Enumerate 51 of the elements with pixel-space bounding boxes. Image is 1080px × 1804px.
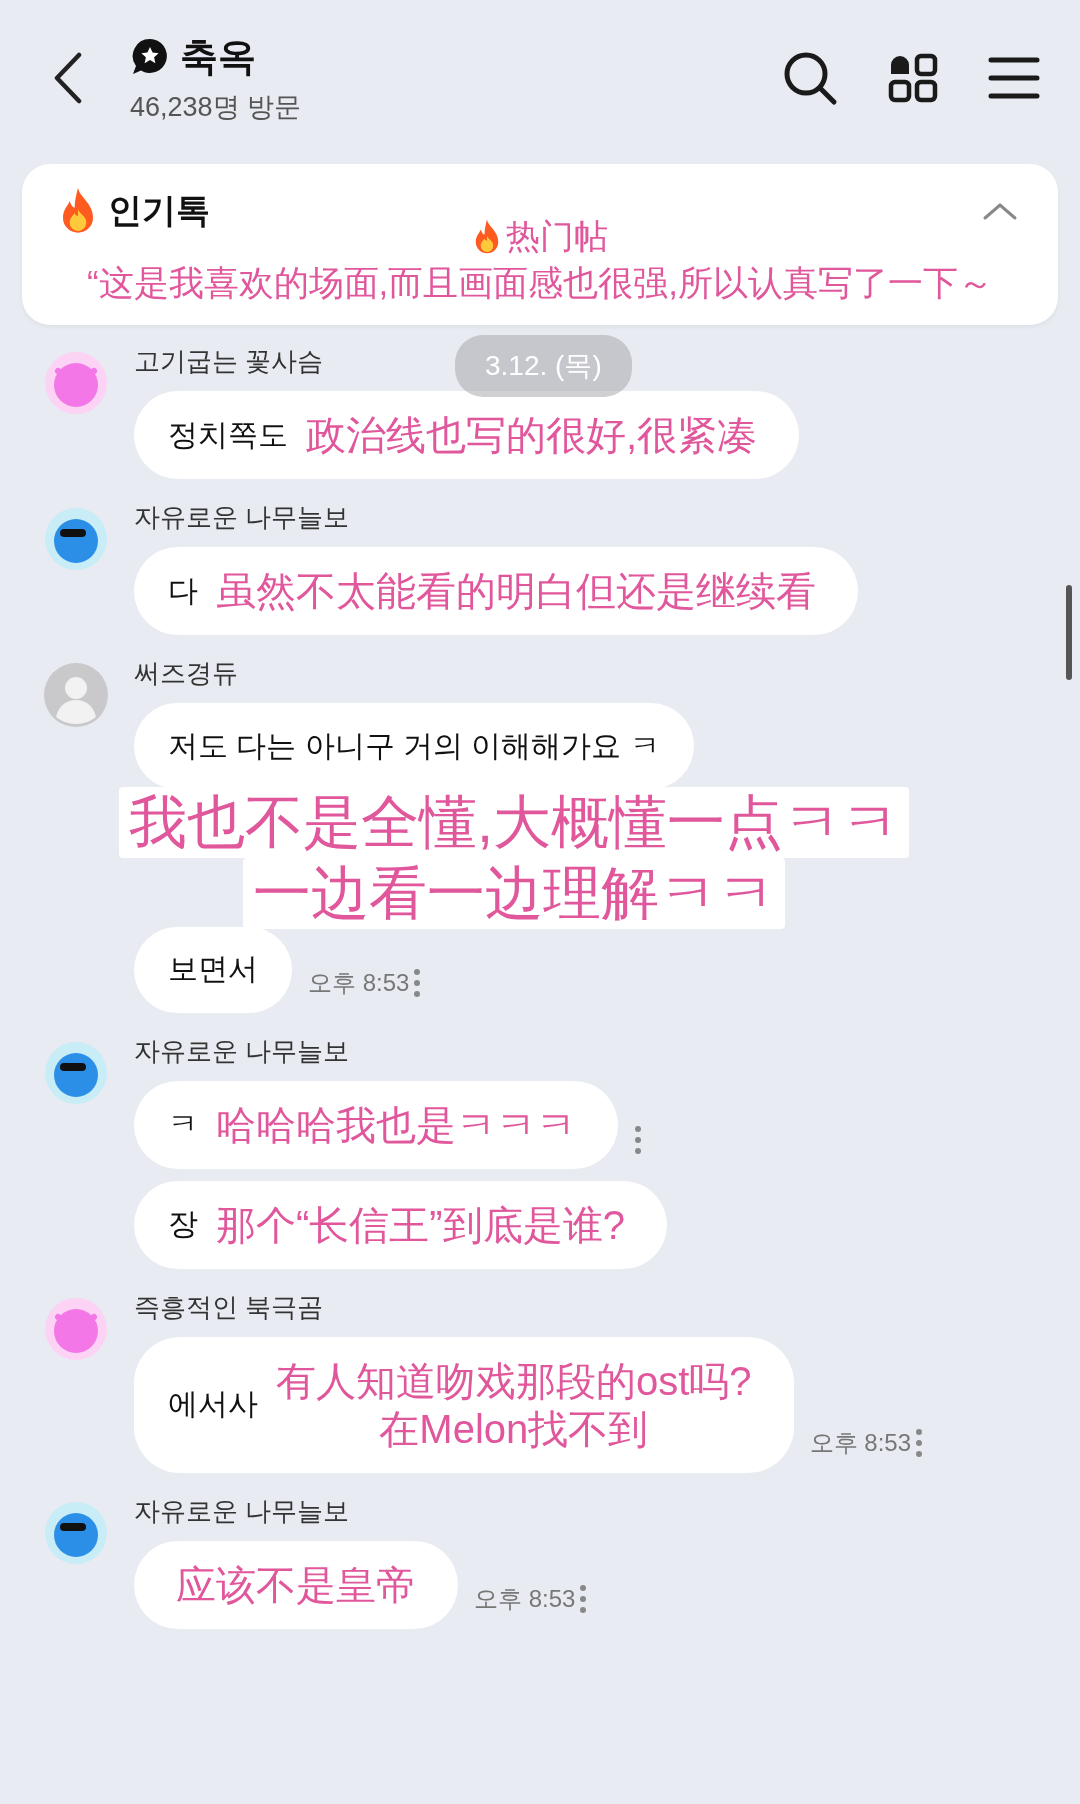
message-bubble[interactable]: 저도 다는 아니구 거의 이해해가요 ㅋ [134, 703, 694, 789]
more-icon[interactable] [634, 1124, 642, 1155]
sunglasses-avatar-icon [44, 507, 108, 571]
cat-avatar-icon [44, 1296, 108, 1361]
sunglasses-avatar-icon [44, 1500, 108, 1565]
caption-quote: “这是我喜欢的场面,而且画面感也很强,所以认真写了一下～ [85, 262, 995, 304]
menu-button[interactable] [988, 56, 1040, 100]
scrollbar-thumb[interactable] [1066, 585, 1072, 680]
menu-icon [988, 56, 1040, 100]
message-text: 보면서 [168, 951, 258, 987]
message-text: 정치쪽도 [168, 416, 288, 453]
message-time: 오후 8:53 [308, 967, 410, 998]
message-bubble[interactable]: 정치쪽도 政治线也写的很好,很紧凑 [134, 391, 800, 479]
author-name: 자유로운 나무늘보 [134, 1034, 350, 1068]
chevron-up-icon [982, 200, 1018, 222]
message-text: 다 [168, 572, 198, 609]
club-title: 축옥 [180, 34, 256, 80]
chat-star-icon [130, 37, 170, 77]
author-name: 써즈경듀 [134, 657, 238, 690]
search-button[interactable] [782, 50, 838, 106]
message-bubble[interactable]: 다 虽然不太能看的明白但还是继续看 [134, 547, 858, 635]
translation-caption: 我也不是全懂,大概懂一点ㅋㅋ [118, 787, 910, 858]
back-icon [53, 52, 83, 104]
message-bubble[interactable]: 보면서 [134, 926, 292, 1013]
author-name: 자유로운 나무늘보 [134, 501, 350, 534]
message-bubble[interactable]: 장 那个“长信王”到底是谁? [134, 1180, 667, 1269]
default-avatar-icon [44, 663, 108, 727]
message-text: 저도 다는 아니구 거의 이해해가요 ㅋ [168, 727, 660, 764]
sunglasses-avatar-icon [44, 1040, 108, 1105]
author-name: 자유로운 나무늘보 [134, 1494, 350, 1528]
more-icon[interactable] [413, 967, 422, 998]
message-time: 오후 8:53 [474, 1583, 576, 1614]
message-text: ㅋ [168, 1106, 198, 1142]
author-name: 즉흥적인 북극곰 [134, 1290, 324, 1324]
caption-title: 热门帖 [506, 216, 608, 257]
author-name: 고기굽는 꽃사슴 [134, 345, 324, 378]
popular-label: 인기톡 [108, 190, 211, 231]
date-chip: 3.12. (목) [455, 335, 632, 397]
search-icon [782, 50, 838, 106]
message-bubble[interactable]: ㅋ 哈哈哈我也是ㅋㅋㅋ [134, 1080, 618, 1169]
message-text: 장 [168, 1206, 198, 1242]
grid-button[interactable] [888, 53, 938, 103]
collapse-button[interactable] [982, 200, 1018, 222]
message-time: 오후 8:53 [809, 1427, 911, 1458]
more-icon[interactable] [915, 1427, 923, 1458]
message-text: 에서사 [168, 1386, 258, 1422]
cat-avatar-icon [44, 351, 108, 415]
visitor-count: 46,238명 방문 [130, 90, 303, 124]
grid-icon [888, 53, 938, 103]
more-icon[interactable] [579, 1583, 588, 1614]
translation-caption: 一边看一边理解ㅋㅋ [243, 857, 785, 929]
